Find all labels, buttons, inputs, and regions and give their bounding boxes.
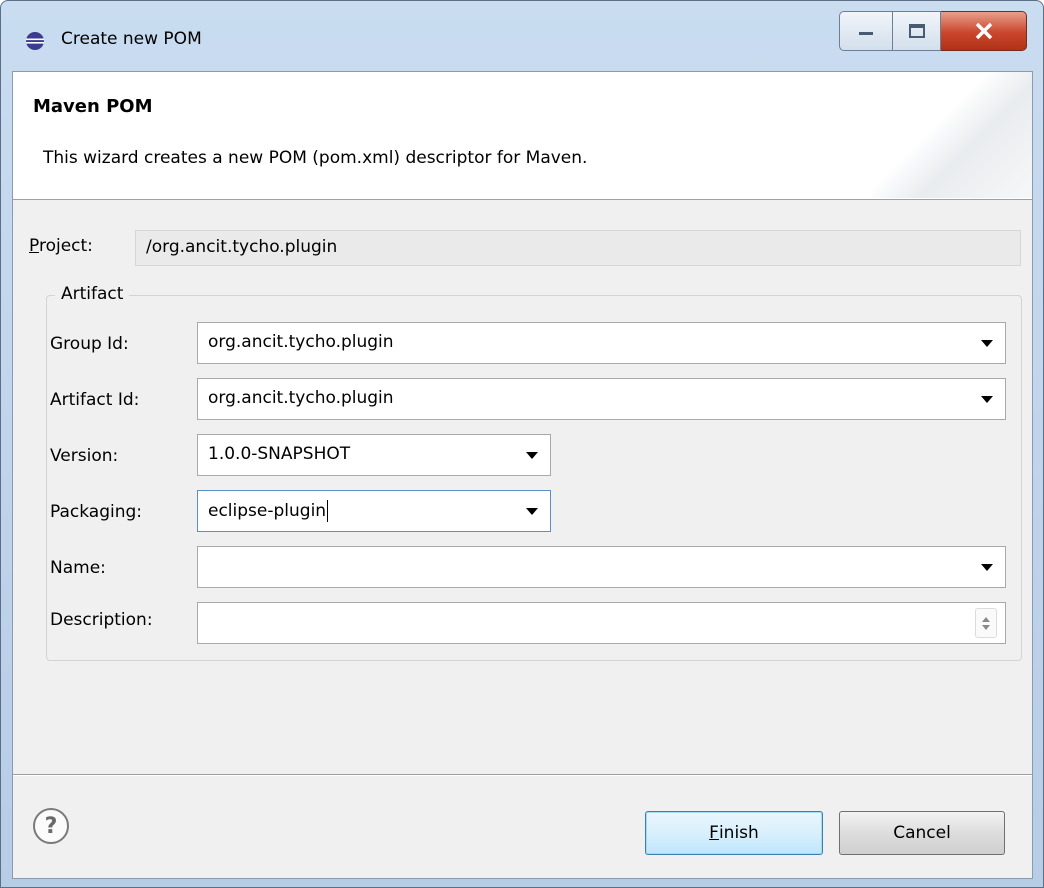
close-icon: [975, 22, 992, 40]
artifact-id-value: org.ancit.tycho.plugin: [208, 388, 394, 408]
version-label: Version:: [50, 446, 119, 466]
minimize-button[interactable]: [839, 11, 893, 51]
chevron-down-icon[interactable]: [526, 452, 538, 459]
chevron-down-icon[interactable]: [981, 396, 993, 403]
title-bar[interactable]: Create new POM: [1, 1, 1043, 71]
footer-separator: [13, 774, 1032, 776]
project-label-mnemonic: P: [29, 236, 39, 256]
minimize-icon: [859, 32, 873, 35]
page-title: Maven POM: [33, 96, 153, 117]
artifact-id-label: Artifact Id:: [50, 390, 140, 410]
wizard-header: Maven POM This wizard creates a new POM …: [13, 72, 1032, 200]
dialog-client-area: Maven POM This wizard creates a new POM …: [12, 71, 1033, 879]
chevron-down-icon[interactable]: [981, 340, 993, 347]
description-textarea[interactable]: [197, 602, 1006, 644]
maximize-icon: [908, 24, 925, 38]
spinner-down-icon[interactable]: [982, 624, 990, 630]
window-controls: [839, 11, 1027, 51]
text-caret: [327, 500, 329, 522]
name-label: Name:: [50, 558, 106, 578]
window-title: Create new POM: [61, 29, 202, 49]
close-button[interactable]: [941, 11, 1027, 51]
dialog-window: Create new POM Maven POM This wizard cre…: [0, 0, 1044, 888]
project-label-rest: roject:: [38, 236, 93, 256]
help-icon[interactable]: ?: [33, 808, 69, 844]
finish-mnemonic: F: [709, 823, 719, 843]
group-id-label: Group Id:: [50, 334, 129, 354]
project-field[interactable]: /org.ancit.tycho.plugin: [135, 230, 1021, 266]
packaging-value: eclipse-plugin: [208, 501, 327, 521]
finish-button[interactable]: Finish: [645, 811, 823, 855]
description-label: Description:: [50, 610, 153, 630]
packaging-label: Packaging:: [50, 502, 143, 522]
spinner-up-icon[interactable]: [982, 616, 990, 622]
eclipse-icon: [26, 32, 44, 50]
cancel-button[interactable]: Cancel: [839, 811, 1005, 855]
group-id-value: org.ancit.tycho.plugin: [208, 332, 394, 352]
project-label: Project:: [29, 236, 93, 256]
artifact-id-combo[interactable]: org.ancit.tycho.plugin: [197, 378, 1006, 420]
chevron-down-icon[interactable]: [526, 508, 538, 515]
artifact-group-title: Artifact: [55, 284, 130, 304]
chevron-down-icon[interactable]: [981, 564, 993, 571]
version-value: 1.0.0-SNAPSHOT: [208, 444, 351, 464]
version-combo[interactable]: 1.0.0-SNAPSHOT: [197, 434, 551, 476]
header-banner-image: [872, 72, 1032, 198]
spinner-icon[interactable]: [975, 608, 997, 638]
group-id-combo[interactable]: org.ancit.tycho.plugin: [197, 322, 1006, 364]
page-description: This wizard creates a new POM (pom.xml) …: [43, 148, 588, 168]
name-combo[interactable]: [197, 546, 1006, 588]
maximize-button[interactable]: [893, 11, 941, 51]
finish-label-rest: inish: [718, 823, 759, 843]
packaging-combo[interactable]: eclipse-plugin: [197, 490, 551, 532]
